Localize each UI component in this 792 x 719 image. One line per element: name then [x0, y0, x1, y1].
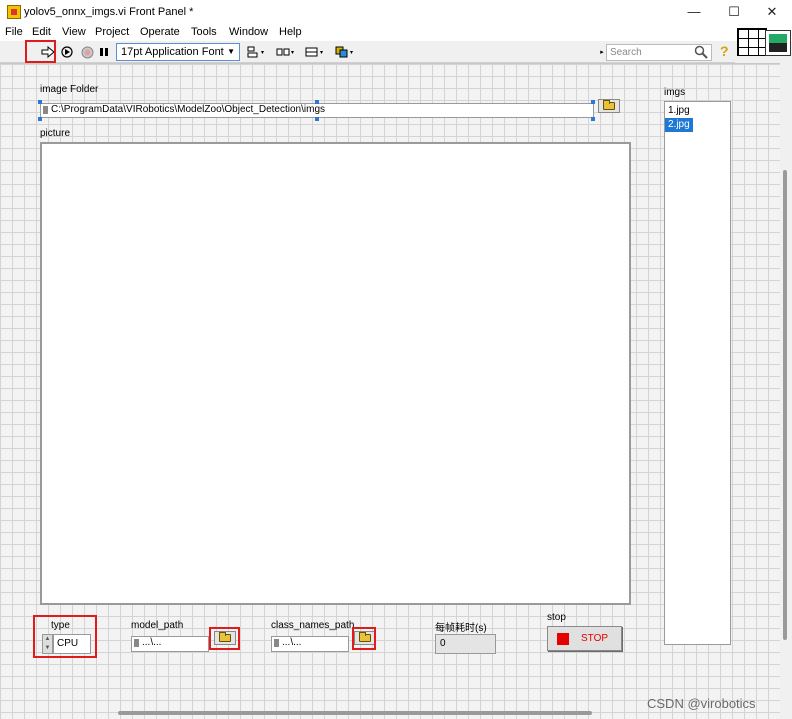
class-names-path-value: ...\... [282, 637, 302, 648]
menu-help[interactable]: Help [279, 26, 302, 38]
selection-handle[interactable] [38, 100, 42, 104]
frame-time-label: 每帧耗时(s) [435, 623, 487, 634]
selection-handle[interactable] [315, 100, 319, 104]
list-item-selected[interactable]: 2.jpg [665, 118, 693, 132]
selection-handle[interactable] [38, 117, 42, 121]
imgs-listbox[interactable]: 1.jpg 2.jpg [664, 101, 731, 645]
chevron-down-icon: ▼ [227, 47, 235, 56]
maximize-button[interactable]: ☐ [716, 2, 752, 22]
title-bar: yolov5_onnx_imgs.vi Front Panel * — ☐ ✕ [0, 0, 792, 25]
menu-bar: File Edit View Project Operate Tools Win… [0, 25, 792, 41]
image-folder-path-field[interactable]: C:\ProgramData\VIRobotics\ModelZoo\Objec… [40, 103, 594, 118]
font-selector[interactable]: 17pt Application Font ▼ [116, 43, 240, 61]
selection-handle[interactable] [591, 117, 595, 121]
run-button-highlight [25, 40, 56, 63]
labview-vi-icon [7, 5, 21, 19]
selection-handle[interactable] [315, 117, 319, 121]
menu-edit[interactable]: Edit [32, 26, 51, 38]
model-path-label: model_path [131, 620, 184, 631]
menu-tools[interactable]: Tools [191, 26, 217, 38]
menu-view[interactable]: View [62, 26, 86, 38]
menu-window[interactable]: Window [229, 26, 268, 38]
search-icon[interactable] [694, 45, 708, 59]
resize-objects-icon[interactable] [304, 43, 326, 61]
connector-pane-icon[interactable] [737, 28, 767, 56]
stop-label: stop [547, 612, 566, 623]
minimize-button[interactable]: — [676, 2, 712, 22]
search-dropdown-icon[interactable]: ▸ [598, 43, 606, 61]
image-folder-path-value: C:\ProgramData\VIRobotics\ModelZoo\Objec… [51, 104, 326, 115]
path-marker-icon [43, 106, 48, 114]
class-names-path-field[interactable]: ...\... [271, 636, 349, 652]
picture-display [40, 142, 631, 605]
close-button[interactable]: ✕ [754, 2, 790, 22]
distribute-objects-icon[interactable] [275, 43, 297, 61]
image-folder-browse-button[interactable] [598, 99, 620, 113]
class-names-path-label: class_names_path [271, 620, 355, 631]
vi-icon[interactable] [765, 30, 791, 56]
run-continuously-icon[interactable] [59, 43, 75, 61]
path-marker-icon [134, 639, 139, 647]
menu-project[interactable]: Project [95, 26, 129, 38]
imgs-label: imgs [664, 87, 686, 98]
class-names-path-browse-highlight [352, 627, 376, 650]
toolbar: 17pt Application Font ▼ ▸ Search ? [0, 41, 735, 63]
menu-operate[interactable]: Operate [140, 26, 180, 38]
horizontal-scroll-thumb[interactable] [118, 711, 592, 715]
frame-time-indicator: 0 [435, 634, 496, 654]
type-highlight [33, 615, 97, 658]
pause-icon[interactable] [97, 43, 111, 61]
stop-square-icon [557, 632, 569, 645]
menu-file[interactable]: File [5, 26, 23, 38]
model-path-value: ...\... [142, 637, 162, 648]
stop-button-text: STOP [581, 633, 609, 644]
context-help-icon[interactable]: ? [720, 43, 729, 59]
image-folder-label: image Folder [40, 84, 99, 95]
reorder-icon[interactable] [334, 43, 356, 61]
selection-handle[interactable] [591, 100, 595, 104]
align-objects-icon[interactable] [246, 43, 268, 61]
picture-label: picture [40, 128, 71, 139]
folder-icon [603, 100, 615, 110]
window-title: yolov5_onnx_imgs.vi Front Panel * [24, 6, 194, 18]
model-path-field[interactable]: ...\... [131, 636, 209, 652]
font-selector-label: 17pt Application Font [121, 46, 224, 58]
watermark: CSDN @virobotics [647, 696, 756, 711]
model-path-browse-highlight [209, 627, 240, 650]
list-item[interactable]: 1.jpg [665, 104, 693, 118]
vertical-scroll-thumb[interactable] [783, 170, 787, 640]
stop-button[interactable]: STOP [547, 626, 622, 651]
abort-icon[interactable] [79, 43, 95, 61]
path-marker-icon [274, 639, 279, 647]
